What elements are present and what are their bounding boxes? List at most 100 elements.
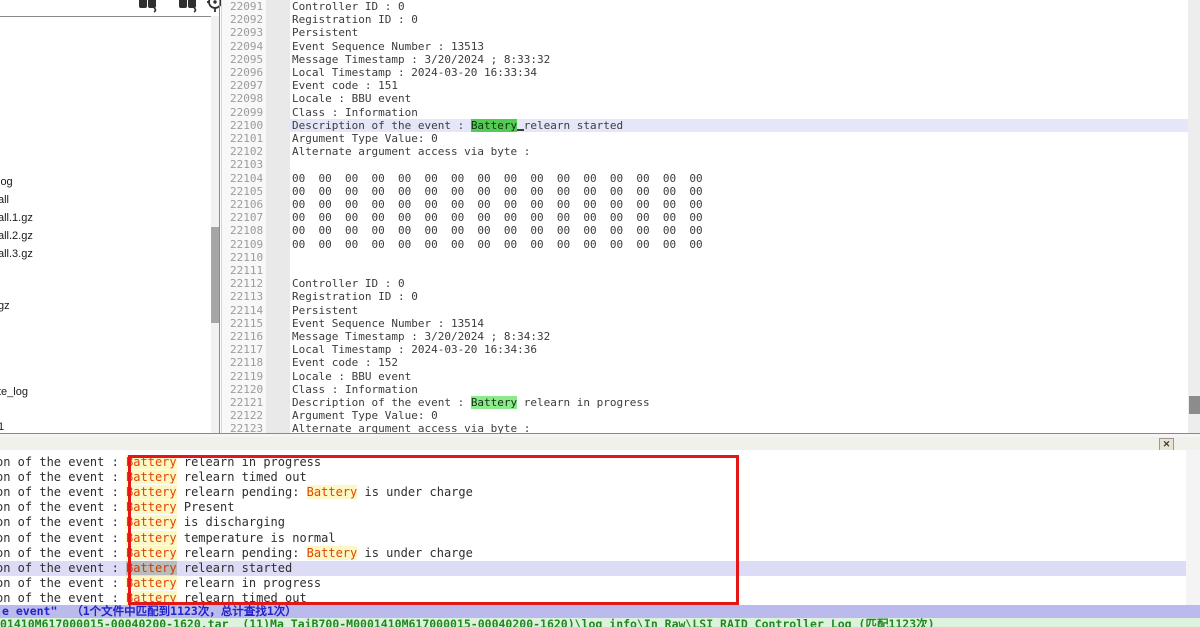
- line-text: 00 00 00 00 00 00 00 00 00 00 00 00 00 0…: [292, 238, 703, 251]
- editor-line: 22121 Description of the event : Battery …: [222, 396, 1188, 409]
- line-number: 22094: [230, 40, 263, 53]
- line-text: Locale : BBU event: [292, 92, 411, 105]
- line-number: 22122: [230, 409, 263, 422]
- line-text: Event Sequence Number : 13513: [292, 40, 484, 53]
- editor-line: 22091Controller ID : 0: [222, 0, 1188, 13]
- editor-line: 22093 Persistent: [222, 26, 1188, 39]
- editor-scrollbar[interactable]: [1188, 0, 1200, 433]
- sidebar-item[interactable]: te_log: [0, 386, 28, 399]
- line-number: 22102: [230, 145, 263, 158]
- line-number: 22096: [230, 66, 263, 79]
- line-number: 22109: [230, 238, 263, 251]
- line-text: Alternate argument access via byte :: [292, 422, 530, 433]
- sidebar-item[interactable]: all.1.gz: [0, 212, 33, 225]
- editor-line: 22100 Description of the event : Battery …: [222, 119, 1188, 132]
- line-text: 00 00 00 00 00 00 00 00 00 00 00 00 00 0…: [292, 185, 703, 198]
- file-list-panel: logallall.1.gzall.2.gzall.3.gzgzte_log1l…: [0, 16, 219, 434]
- editor-line: 22116 Message Timestamp : 3/20/2024 ; 8:3…: [222, 330, 1188, 343]
- line-number: 22092: [230, 13, 263, 26]
- line-number: 22099: [230, 106, 263, 119]
- line-number: 22123: [230, 422, 263, 433]
- line-text: Persistent: [292, 26, 358, 39]
- line-number: 22106: [230, 198, 263, 211]
- sidebar-scrollbar[interactable]: [211, 16, 219, 433]
- editor-line: 22101 Argument Type Value: 0: [222, 132, 1188, 145]
- editor-scrollbar-thumb[interactable]: [1189, 396, 1200, 414]
- line-text: Argument Type Value: 0: [292, 409, 438, 422]
- line-number: 22121: [230, 396, 263, 409]
- editor-line: 22117 Local Timestamp : 2024-03-20 16:34:…: [222, 343, 1188, 356]
- editor-line: 22105 00 00 00 00 00 00 00 00 00 00 00 00…: [222, 185, 1188, 198]
- line-text: Controller ID : 0: [292, 0, 405, 13]
- line-text: Persistent: [292, 304, 358, 317]
- line-number: 22105: [230, 185, 263, 198]
- line-text: Local Timestamp : 2024-03-20 16:34:36: [292, 343, 537, 356]
- results-scrollbar[interactable]: [1186, 450, 1200, 605]
- line-number: 22100: [230, 119, 263, 132]
- editor-line: 22103: [222, 158, 1188, 171]
- line-number: 22115: [230, 317, 263, 330]
- editor-line: 22112 Controller ID : 0: [222, 277, 1188, 290]
- line-number: 22108: [230, 224, 263, 237]
- line-text: 00 00 00 00 00 00 00 00 00 00 00 00 00 0…: [292, 172, 703, 185]
- line-number: 22120: [230, 383, 263, 396]
- line-number: 22104: [230, 172, 263, 185]
- line-text: Registration ID : 0: [292, 290, 418, 303]
- line-text: Description of the event : Battery relea…: [292, 119, 623, 132]
- sidebar-item[interactable]: all: [0, 194, 9, 207]
- line-text: Message Timestamp : 3/20/2024 ; 8:33:32: [292, 53, 550, 66]
- line-text: Local Timestamp : 2024-03-20 16:33:34: [292, 66, 537, 79]
- sidebar-item[interactable]: gz: [0, 300, 10, 313]
- search-match-highlight: Battery: [471, 119, 517, 132]
- line-text: Class : Information: [292, 383, 418, 396]
- log-editor[interactable]: 22091Controller ID : 022092 Registration …: [222, 0, 1188, 433]
- sidebar-item[interactable]: all.3.gz: [0, 248, 33, 261]
- annotation-red-box: [128, 455, 739, 605]
- line-text: Description of the event : Battery relea…: [292, 396, 650, 409]
- editor-line: 22098Locale : BBU event: [222, 92, 1188, 105]
- editor-line: 22109 00 00 00 00 00 00 00 00 00 00 00 00…: [222, 238, 1188, 251]
- editor-line: 22095 Message Timestamp : 3/20/2024 ; 8:3…: [222, 53, 1188, 66]
- line-number: 22117: [230, 343, 263, 356]
- editor-line: 22118 Event code : 152: [222, 356, 1188, 369]
- sidebar-scrollbar-thumb[interactable]: [211, 227, 219, 323]
- editor-line: 22094 Event Sequence Number : 13513: [222, 40, 1188, 53]
- line-text: Controller ID : 0: [292, 277, 405, 290]
- line-text: Locale : BBU event: [292, 370, 411, 383]
- line-number: 22114: [230, 304, 263, 317]
- editor-line: 22122 Argument Type Value: 0: [222, 409, 1188, 422]
- editor-line: 22097Event code : 151: [222, 79, 1188, 92]
- line-number: 22110: [230, 251, 263, 264]
- line-number: 22095: [230, 53, 263, 66]
- line-text: 00 00 00 00 00 00 00 00 00 00 00 00 00 0…: [292, 224, 703, 237]
- editor-line: 22123 Alternate argument access via byte …: [222, 422, 1188, 433]
- line-number: 22118: [230, 356, 263, 369]
- line-number: 22103: [230, 158, 263, 171]
- line-text: Event Sequence Number : 13514: [292, 317, 484, 330]
- search-match-highlight: Battery: [471, 396, 517, 409]
- line-text: Argument Type Value: 0: [292, 132, 438, 145]
- sidebar-item[interactable]: log: [0, 176, 13, 189]
- editor-line: 22099Class : Information: [222, 106, 1188, 119]
- line-number: 22116: [230, 330, 263, 343]
- line-text: Event code : 152: [292, 356, 398, 369]
- log-viewer-window: logallall.1.gzall.2.gzall.3.gzgzte_log1l…: [0, 0, 1200, 627]
- results-panel-header: ✕: [0, 437, 1200, 451]
- line-number: 22097: [230, 79, 263, 92]
- search-results-icon[interactable]: [139, 0, 158, 15]
- search-file-path-line[interactable]: 01410M617000015-00040200-1620.tar (11)Ma…: [0, 618, 1200, 627]
- editor-line: 22110: [222, 251, 1188, 264]
- sidebar-item[interactable]: all.2.gz: [0, 230, 33, 243]
- line-number: 22113: [230, 290, 263, 303]
- line-number: 22112: [230, 277, 263, 290]
- line-number: 22107: [230, 211, 263, 224]
- line-text: Message Timestamp : 3/20/2024 ; 8:34:32: [292, 330, 550, 343]
- editor-line: 22104 00 00 00 00 00 00 00 00 00 00 00 00…: [222, 172, 1188, 185]
- line-number: 22093: [230, 26, 263, 39]
- line-number: 22111: [230, 264, 263, 277]
- editor-line: 22096 Local Timestamp : 2024-03-20 16:33:…: [222, 66, 1188, 79]
- search-results-2-icon[interactable]: [179, 0, 198, 15]
- line-number: 22101: [230, 132, 263, 145]
- line-text: Alternate argument access via byte :: [292, 145, 530, 158]
- editor-line: 2210700 00 00 00 00 00 00 00 00 00 00 00…: [222, 211, 1188, 224]
